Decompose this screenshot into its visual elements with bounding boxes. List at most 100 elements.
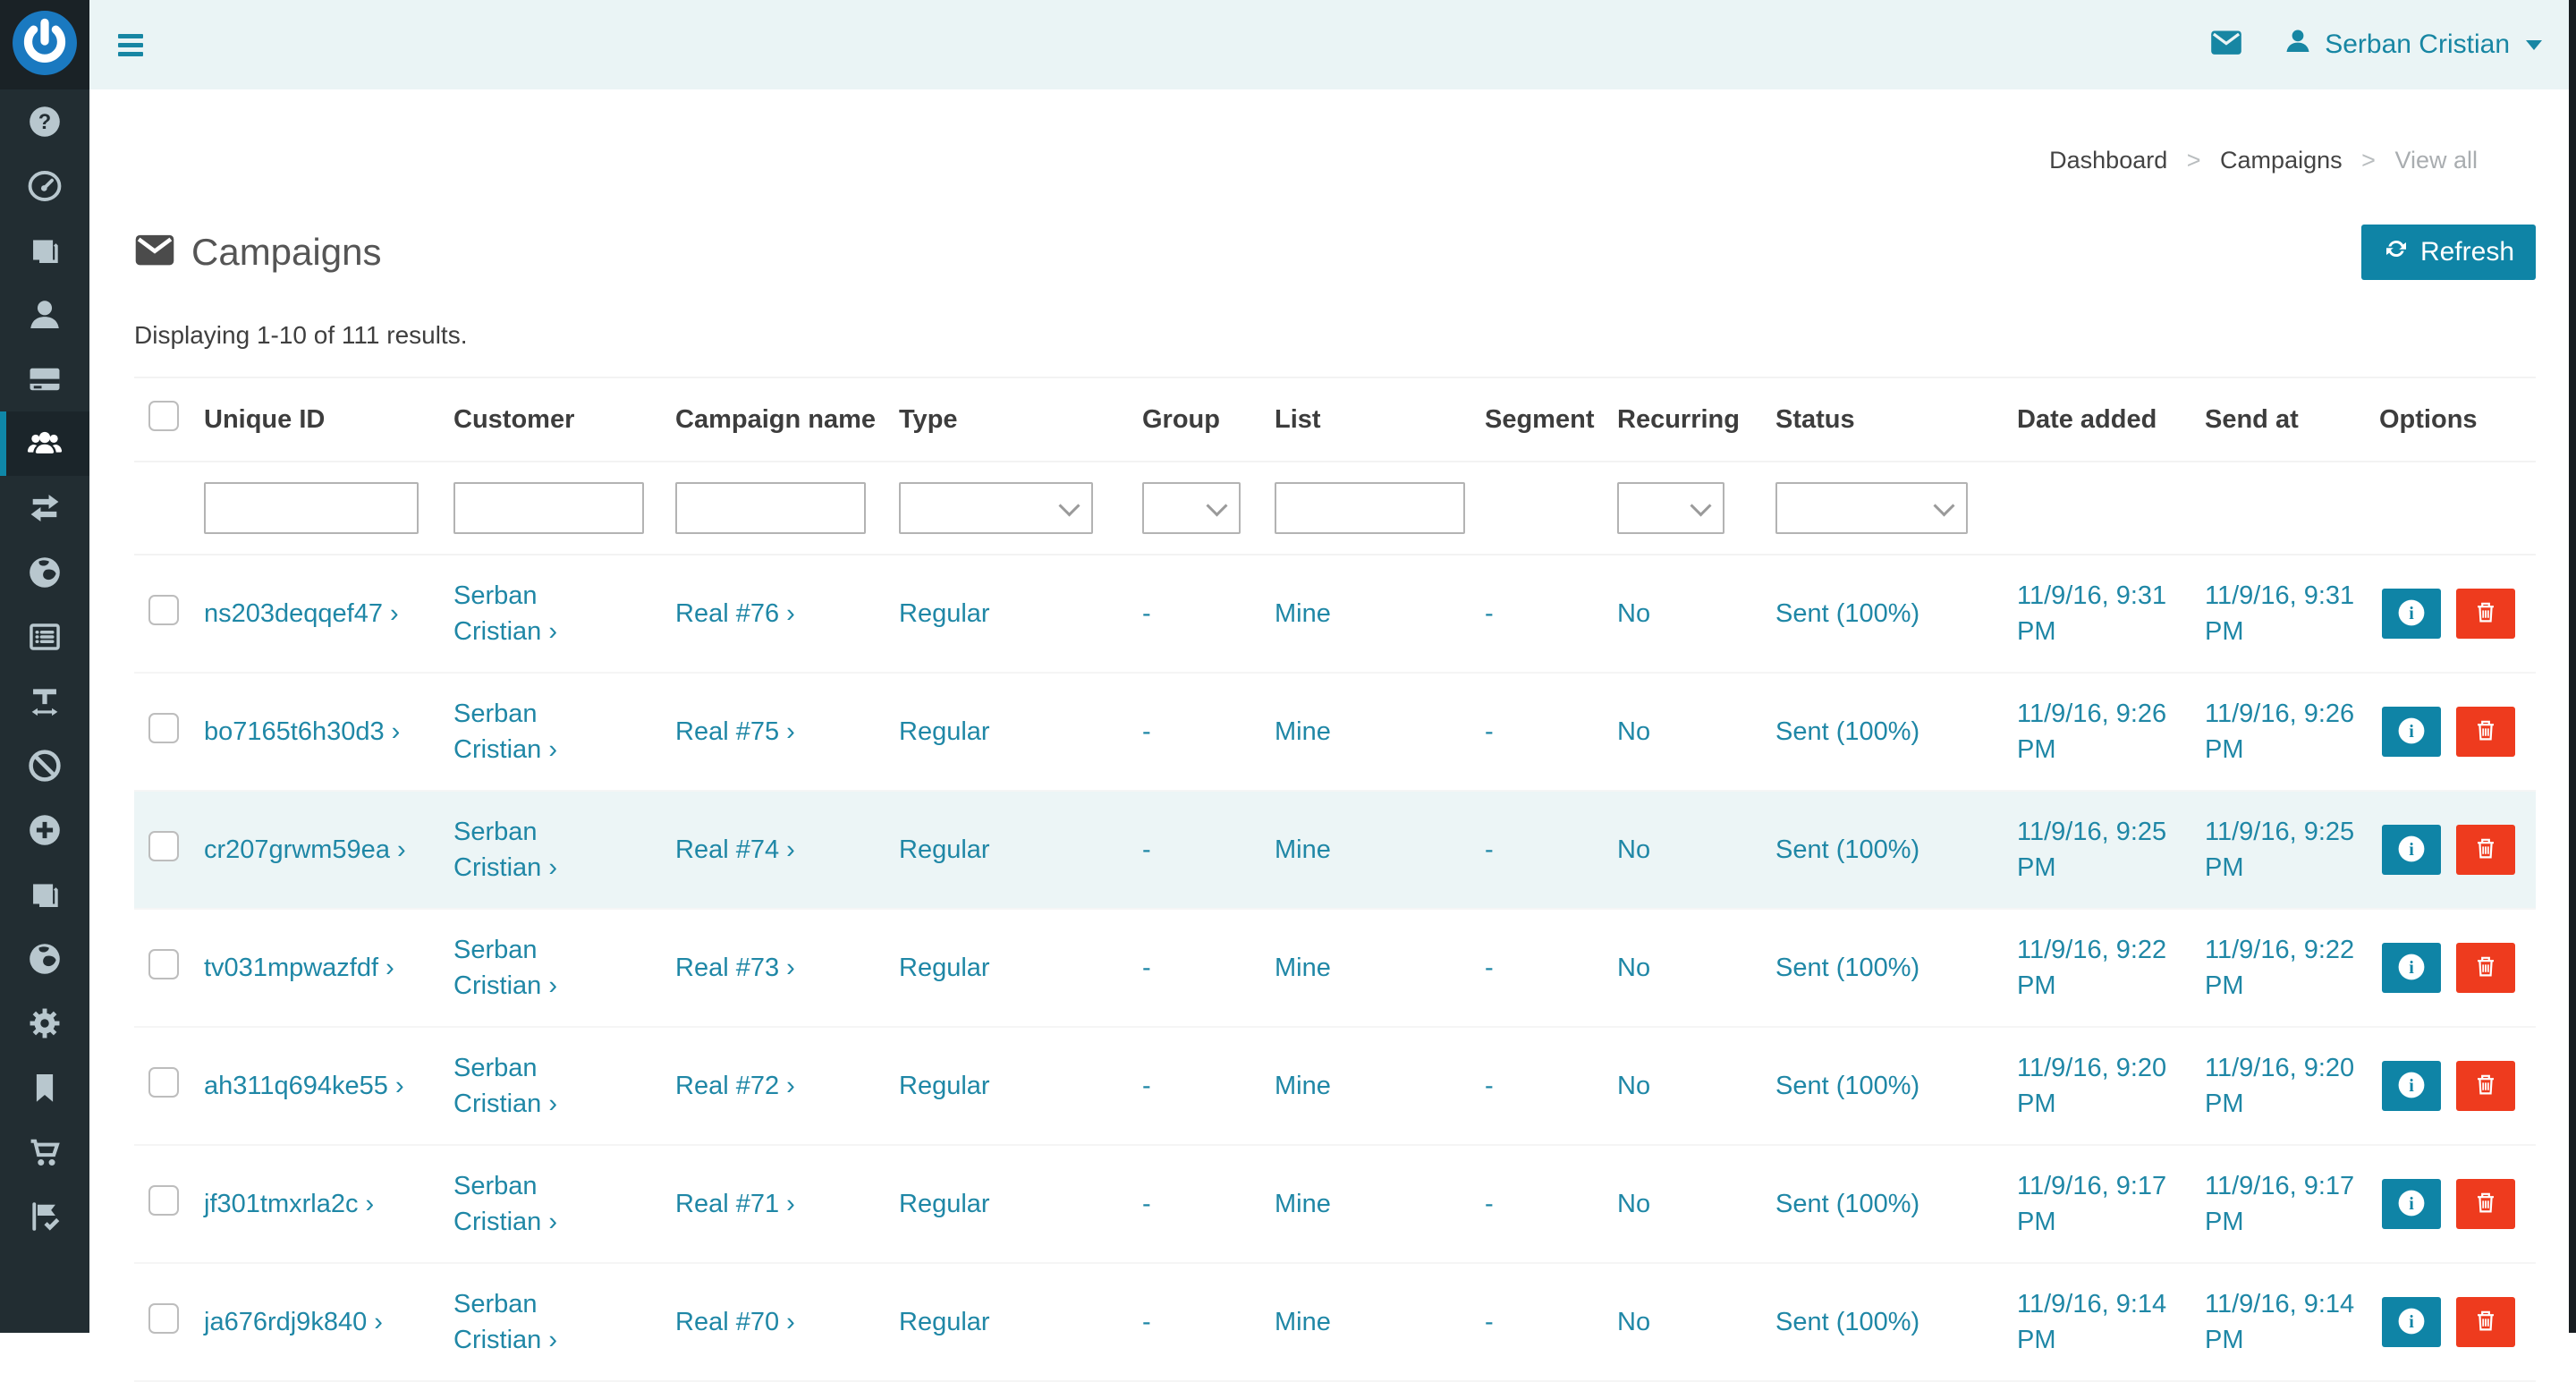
- campaign-date-added-link[interactable]: 11/9/16, 9:26 PM: [2017, 696, 2187, 767]
- campaign-delete-button[interactable]: [2456, 707, 2515, 757]
- messages-button[interactable]: [2210, 30, 2242, 61]
- row-checkbox[interactable]: [148, 831, 179, 861]
- campaign-type-link[interactable]: Regular: [899, 950, 990, 986]
- sidebar-item-flag-check[interactable]: [0, 1184, 89, 1249]
- campaign-segment-link[interactable]: -: [1485, 1304, 1494, 1340]
- campaign-type-link[interactable]: Regular: [899, 1304, 990, 1340]
- campaign-recurring-link[interactable]: No: [1617, 1304, 1650, 1340]
- campaign-recurring-link[interactable]: No: [1617, 714, 1650, 750]
- campaign-status-link[interactable]: Sent (100%): [1775, 1186, 1919, 1222]
- campaign-list-link[interactable]: Mine: [1275, 596, 1331, 632]
- user-menu[interactable]: Serban Cristian: [2284, 27, 2542, 63]
- filter-status-select[interactable]: [1775, 482, 1968, 534]
- sidebar-item-credit-card[interactable]: [0, 347, 89, 411]
- campaign-segment-link[interactable]: -: [1485, 1068, 1494, 1104]
- campaign-segment-link[interactable]: -: [1485, 1186, 1494, 1222]
- campaign-status-link[interactable]: Sent (100%): [1775, 1304, 1919, 1340]
- campaign-unique-id-link[interactable]: bo7165t6h30d3 ›: [204, 714, 400, 750]
- campaign-name-link[interactable]: Real #73 ›: [675, 950, 795, 986]
- campaign-status-link[interactable]: Sent (100%): [1775, 1068, 1919, 1104]
- campaign-type-link[interactable]: Regular: [899, 1186, 990, 1222]
- campaign-group-link[interactable]: -: [1142, 1186, 1151, 1222]
- campaign-group-link[interactable]: -: [1142, 714, 1151, 750]
- campaign-customer-link[interactable]: Serban Cristian ›: [453, 932, 613, 1004]
- campaign-list-link[interactable]: Mine: [1275, 1186, 1331, 1222]
- campaign-send-at-link[interactable]: 11/9/16, 9:31 PM: [2205, 578, 2361, 649]
- campaign-segment-link[interactable]: -: [1485, 714, 1494, 750]
- campaign-type-link[interactable]: Regular: [899, 596, 990, 632]
- campaign-overview-button[interactable]: i: [2382, 589, 2441, 639]
- campaign-date-added-link[interactable]: 11/9/16, 9:14 PM: [2017, 1286, 2187, 1358]
- row-checkbox[interactable]: [148, 1067, 179, 1098]
- sidebar-item-cart[interactable]: [0, 1120, 89, 1184]
- campaign-delete-button[interactable]: [2456, 589, 2515, 639]
- campaign-date-added-link[interactable]: 11/9/16, 9:22 PM: [2017, 932, 2187, 1004]
- campaign-name-link[interactable]: Real #74 ›: [675, 832, 795, 868]
- campaign-group-link[interactable]: -: [1142, 1068, 1151, 1104]
- campaign-status-link[interactable]: Sent (100%): [1775, 714, 1919, 750]
- campaign-name-link[interactable]: Real #72 ›: [675, 1068, 795, 1104]
- refresh-button[interactable]: Refresh: [2361, 225, 2536, 280]
- row-checkbox[interactable]: [148, 1303, 179, 1334]
- campaign-date-added-link[interactable]: 11/9/16, 9:20 PM: [2017, 1050, 2187, 1122]
- campaign-status-link[interactable]: Sent (100%): [1775, 950, 1919, 986]
- sidebar-item-plus-circle[interactable]: [0, 798, 89, 862]
- app-logo[interactable]: [0, 0, 89, 89]
- sidebar-item-list[interactable]: [0, 605, 89, 669]
- sidebar-item-ban[interactable]: [0, 733, 89, 798]
- campaign-unique-id-link[interactable]: ja676rdj9k840 ›: [204, 1304, 383, 1340]
- campaign-segment-link[interactable]: -: [1485, 950, 1494, 986]
- campaign-type-link[interactable]: Regular: [899, 1068, 990, 1104]
- campaign-customer-link[interactable]: Serban Cristian ›: [453, 1286, 613, 1358]
- sidebar-item-user[interactable]: [0, 283, 89, 347]
- sidebar-item-gauge[interactable]: [0, 154, 89, 218]
- campaign-name-link[interactable]: Real #71 ›: [675, 1186, 795, 1222]
- campaign-date-added-link[interactable]: 11/9/16, 9:31 PM: [2017, 578, 2187, 649]
- campaign-overview-button[interactable]: i: [2382, 825, 2441, 875]
- campaign-overview-button[interactable]: i: [2382, 1061, 2441, 1111]
- sidebar-item-globe-2[interactable]: [0, 927, 89, 991]
- campaign-overview-button[interactable]: i: [2382, 707, 2441, 757]
- campaign-recurring-link[interactable]: No: [1617, 1186, 1650, 1222]
- filter-group-select[interactable]: [1142, 482, 1241, 534]
- campaign-list-link[interactable]: Mine: [1275, 1068, 1331, 1104]
- campaign-customer-link[interactable]: Serban Cristian ›: [453, 814, 613, 886]
- campaign-customer-link[interactable]: Serban Cristian ›: [453, 1168, 613, 1240]
- filter-customer-input[interactable]: [453, 482, 644, 534]
- campaign-send-at-link[interactable]: 11/9/16, 9:14 PM: [2205, 1286, 2361, 1358]
- campaign-type-link[interactable]: Regular: [899, 832, 990, 868]
- campaign-send-at-link[interactable]: 11/9/16, 9:20 PM: [2205, 1050, 2361, 1122]
- sidebar-item-book[interactable]: [0, 862, 89, 927]
- filter-type-select[interactable]: [899, 482, 1093, 534]
- sidebar-item-text-width[interactable]: [0, 669, 89, 733]
- campaign-send-at-link[interactable]: 11/9/16, 9:25 PM: [2205, 814, 2361, 886]
- campaign-segment-link[interactable]: -: [1485, 596, 1494, 632]
- campaign-group-link[interactable]: -: [1142, 832, 1151, 868]
- campaign-recurring-link[interactable]: No: [1617, 950, 1650, 986]
- campaign-unique-id-link[interactable]: ah311q694ke55 ›: [204, 1068, 404, 1104]
- filter-unique-id-input[interactable]: [204, 482, 419, 534]
- campaign-send-at-link[interactable]: 11/9/16, 9:22 PM: [2205, 932, 2361, 1004]
- campaign-customer-link[interactable]: Serban Cristian ›: [453, 1050, 613, 1122]
- campaign-unique-id-link[interactable]: cr207grwm59ea ›: [204, 832, 406, 868]
- filter-list-input[interactable]: [1275, 482, 1465, 534]
- row-checkbox[interactable]: [148, 949, 179, 979]
- sidebar-item-question-circle[interactable]: ?: [0, 89, 89, 154]
- campaign-customer-link[interactable]: Serban Cristian ›: [453, 696, 613, 767]
- campaign-name-link[interactable]: Real #70 ›: [675, 1304, 795, 1340]
- campaign-delete-button[interactable]: [2456, 1061, 2515, 1111]
- campaign-segment-link[interactable]: -: [1485, 832, 1494, 868]
- campaign-list-link[interactable]: Mine: [1275, 714, 1331, 750]
- sidebar-item-exchange[interactable]: [0, 476, 89, 540]
- sidebar-item-pages[interactable]: [0, 218, 89, 283]
- filter-recurring-select[interactable]: [1617, 482, 1724, 534]
- campaign-recurring-link[interactable]: No: [1617, 832, 1650, 868]
- campaign-send-at-link[interactable]: 11/9/16, 9:26 PM: [2205, 696, 2361, 767]
- campaign-type-link[interactable]: Regular: [899, 714, 990, 750]
- campaign-send-at-link[interactable]: 11/9/16, 9:17 PM: [2205, 1168, 2361, 1240]
- campaign-group-link[interactable]: -: [1142, 1304, 1151, 1340]
- campaign-date-added-link[interactable]: 11/9/16, 9:25 PM: [2017, 814, 2187, 886]
- campaign-status-link[interactable]: Sent (100%): [1775, 832, 1919, 868]
- row-checkbox[interactable]: [148, 713, 179, 743]
- campaign-group-link[interactable]: -: [1142, 950, 1151, 986]
